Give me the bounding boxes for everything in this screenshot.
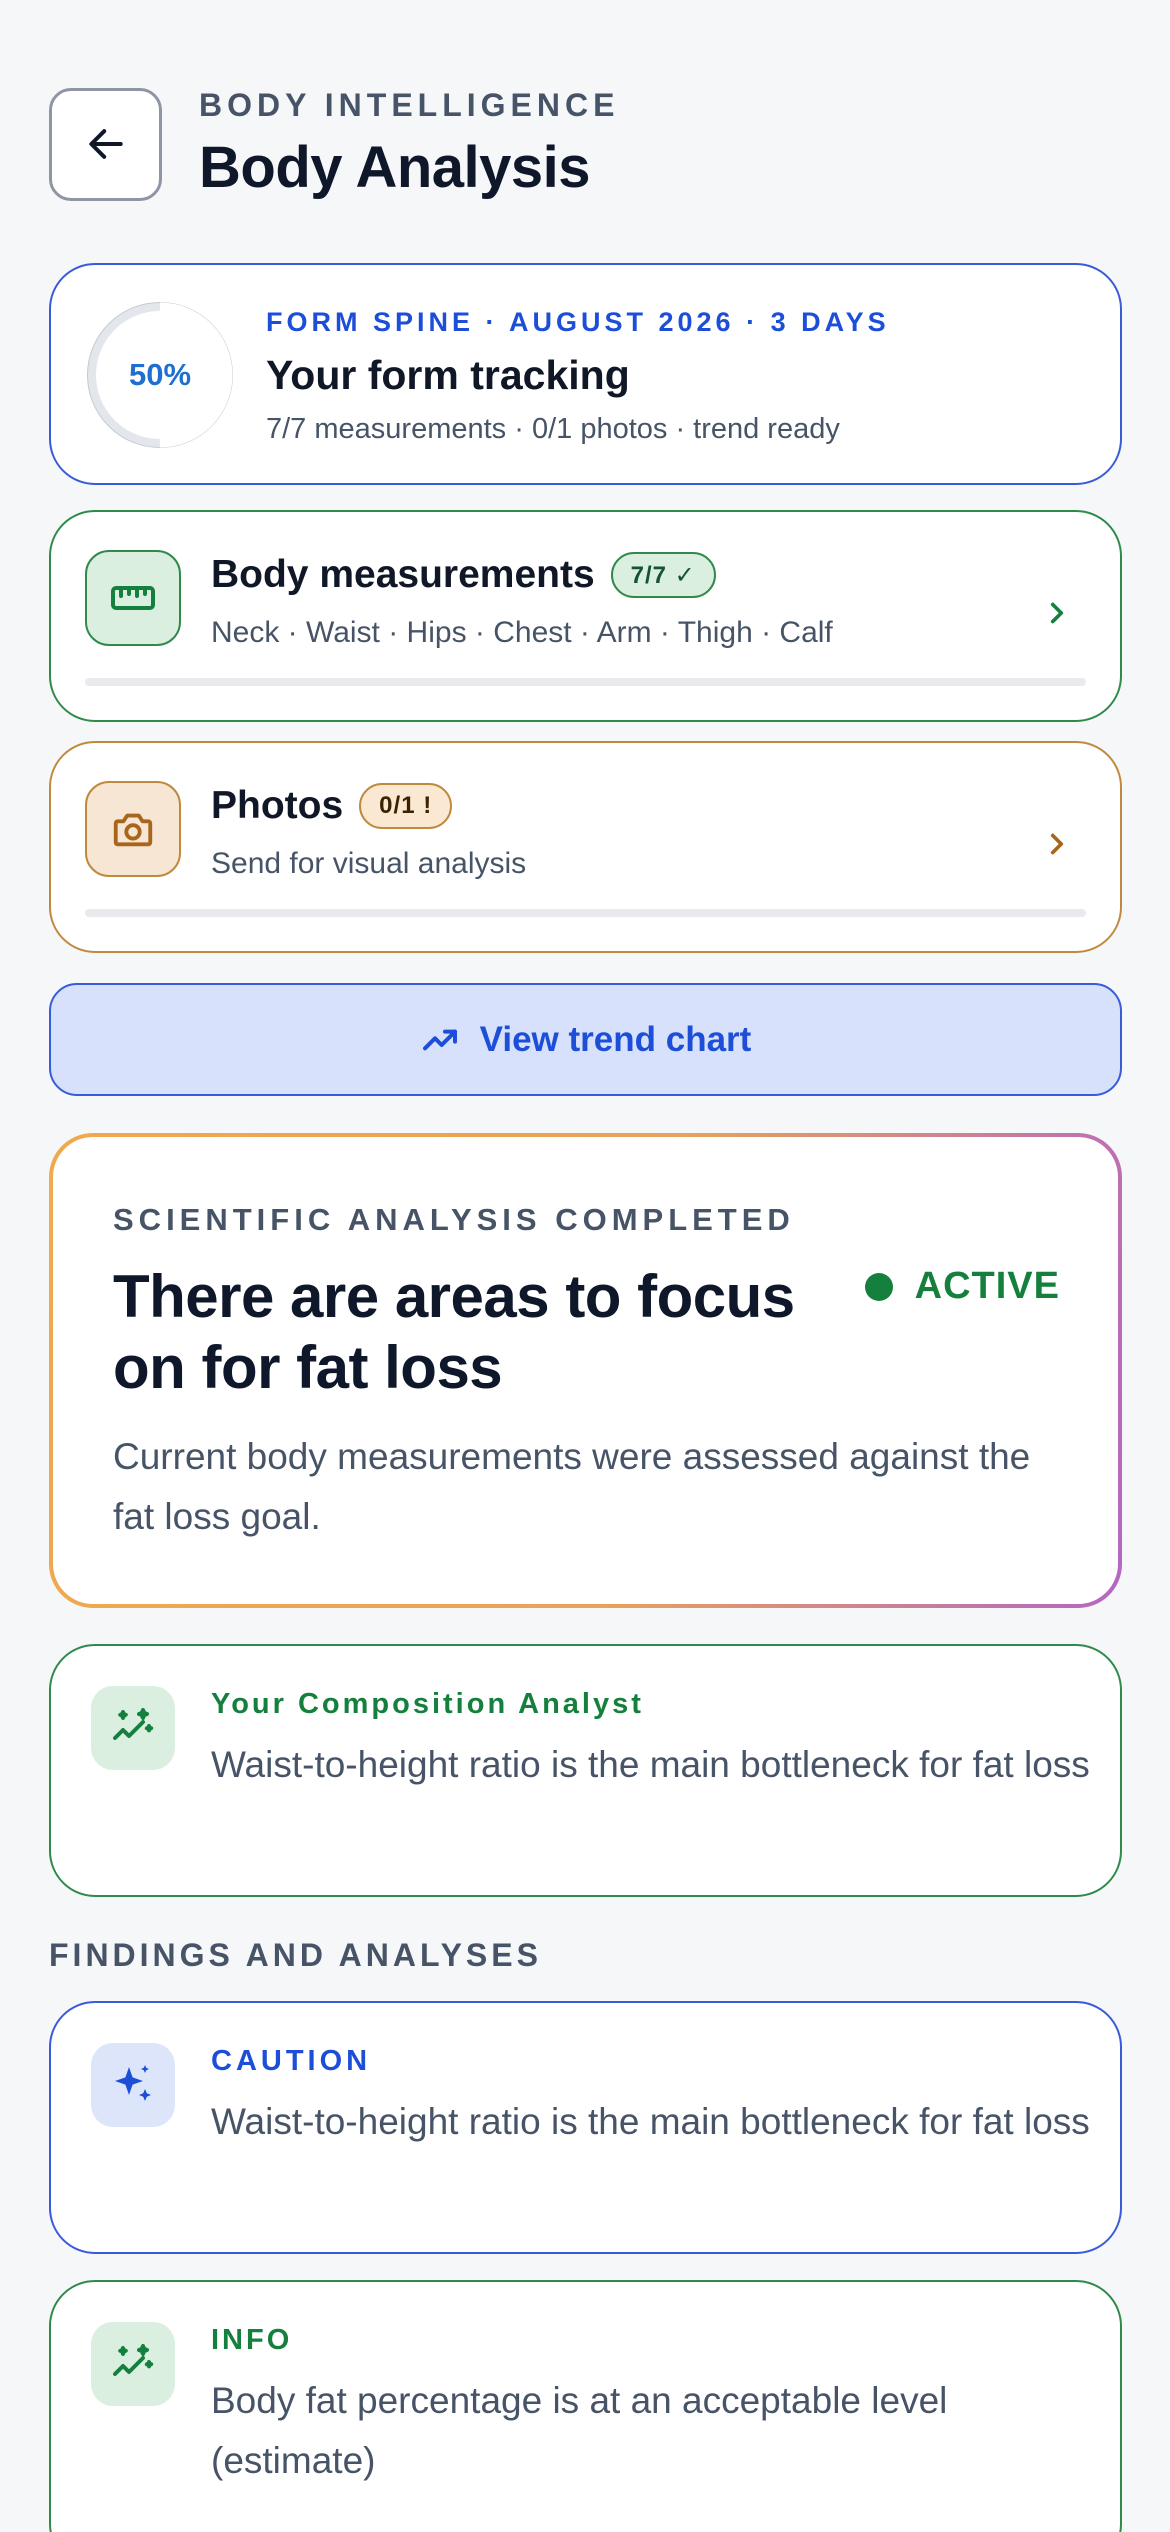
finding-text: INFO Body fat percentage is at an accept… xyxy=(211,2324,1091,2491)
photos-status-badge: 0/1 ! xyxy=(359,783,453,829)
analysis-body: Current body measurements were assessed … xyxy=(113,1436,1031,1537)
analyst-message: Waist-to-height ratio is the main bottle… xyxy=(211,1744,1090,1785)
form-tracking-summary-card[interactable]: 50% FORM SPINE · AUGUST 2026 · 3 DAYS Yo… xyxy=(49,263,1122,485)
photos-text: Photos 0/1 ! Send for visual analysis xyxy=(211,783,526,881)
status-dot-icon xyxy=(864,1272,893,1301)
sparkle-chart-icon xyxy=(91,1686,175,1770)
body-analysis-screen: BODY INTELLIGENCE Body Analysis 50% FORM… xyxy=(0,0,1170,2532)
analysis-title: There are areas to focus on for fat loss xyxy=(113,1263,795,1401)
progress-percent: 50% xyxy=(128,357,192,392)
photos-progress-track xyxy=(85,909,1086,917)
camera-icon xyxy=(85,781,181,877)
summary-text: FORM SPINE · AUGUST 2026 · 3 DAYS Your f… xyxy=(266,307,890,446)
summary-subtitle: 7/7 measurements · 0/1 photos · trend re… xyxy=(266,413,840,445)
arrow-left-icon xyxy=(88,129,123,159)
analyst-label: Your Composition Analyst xyxy=(211,1688,644,1720)
finding-message: Body fat percentage is at an acceptable … xyxy=(211,2380,948,2481)
findings-section-label: FINDINGS AND ANALYSES xyxy=(49,1937,542,1973)
measurements-text: Body measurements 7/7 ✓ Neck · Waist · H… xyxy=(211,552,833,650)
composition-analyst-card[interactable]: Your Composition Analyst Waist-to-height… xyxy=(49,1644,1122,1897)
chevron-right-icon xyxy=(1050,602,1064,624)
finding-label: CAUTION xyxy=(211,2045,372,2077)
measurements-progress-track xyxy=(85,678,1086,686)
scientific-analysis-card: SCIENTIFIC ANALYSIS COMPLETED There are … xyxy=(49,1133,1122,1608)
analysis-status: ACTIVE xyxy=(864,1265,1060,1308)
ruler-icon xyxy=(85,550,181,646)
status-label: ACTIVE xyxy=(914,1265,1060,1307)
analyst-text: Your Composition Analyst Waist-to-height… xyxy=(211,1688,1091,1795)
sparkles-icon xyxy=(91,2043,175,2127)
header-text: BODY INTELLIGENCE Body Analysis xyxy=(199,87,619,201)
trend-button-label: View trend chart xyxy=(479,1019,752,1059)
finding-card-info[interactable]: INFO Body fat percentage is at an accept… xyxy=(49,2280,1122,2532)
body-measurements-card[interactable]: Body measurements 7/7 ✓ Neck · Waist · H… xyxy=(49,510,1122,722)
back-button[interactable] xyxy=(49,87,162,201)
trend-icon xyxy=(422,1029,457,1050)
summary-eyebrow: FORM SPINE · AUGUST 2026 · 3 DAYS xyxy=(266,307,890,337)
summary-title: Your form tracking xyxy=(266,352,630,398)
chevron-right-icon xyxy=(1050,833,1064,855)
sparkle-chart-icon xyxy=(91,2322,175,2406)
page-header: BODY INTELLIGENCE Body Analysis xyxy=(49,87,619,201)
finding-text: CAUTION Waist-to-height ratio is the mai… xyxy=(211,2045,1091,2152)
photos-subtitle: Send for visual analysis xyxy=(211,847,527,880)
photos-title: Photos xyxy=(211,784,344,827)
finding-message: Waist-to-height ratio is the main bottle… xyxy=(211,2101,1090,2142)
page-title: Body Analysis xyxy=(199,135,591,200)
photos-card[interactable]: Photos 0/1 ! Send for visual analysis xyxy=(49,741,1122,953)
analysis-eyebrow: SCIENTIFIC ANALYSIS COMPLETED xyxy=(113,1202,795,1237)
measurements-subtitle: Neck · Waist · Hips · Chest · Arm · Thig… xyxy=(211,616,833,649)
finding-label: INFO xyxy=(211,2324,293,2356)
measurements-status-badge: 7/7 ✓ xyxy=(610,552,716,598)
finding-card-caution[interactable]: CAUTION Waist-to-height ratio is the mai… xyxy=(49,2001,1122,2254)
page-eyebrow: BODY INTELLIGENCE xyxy=(199,87,620,123)
measurements-title: Body measurements xyxy=(211,553,595,596)
view-trend-chart-button[interactable]: View trend chart xyxy=(49,983,1122,1096)
